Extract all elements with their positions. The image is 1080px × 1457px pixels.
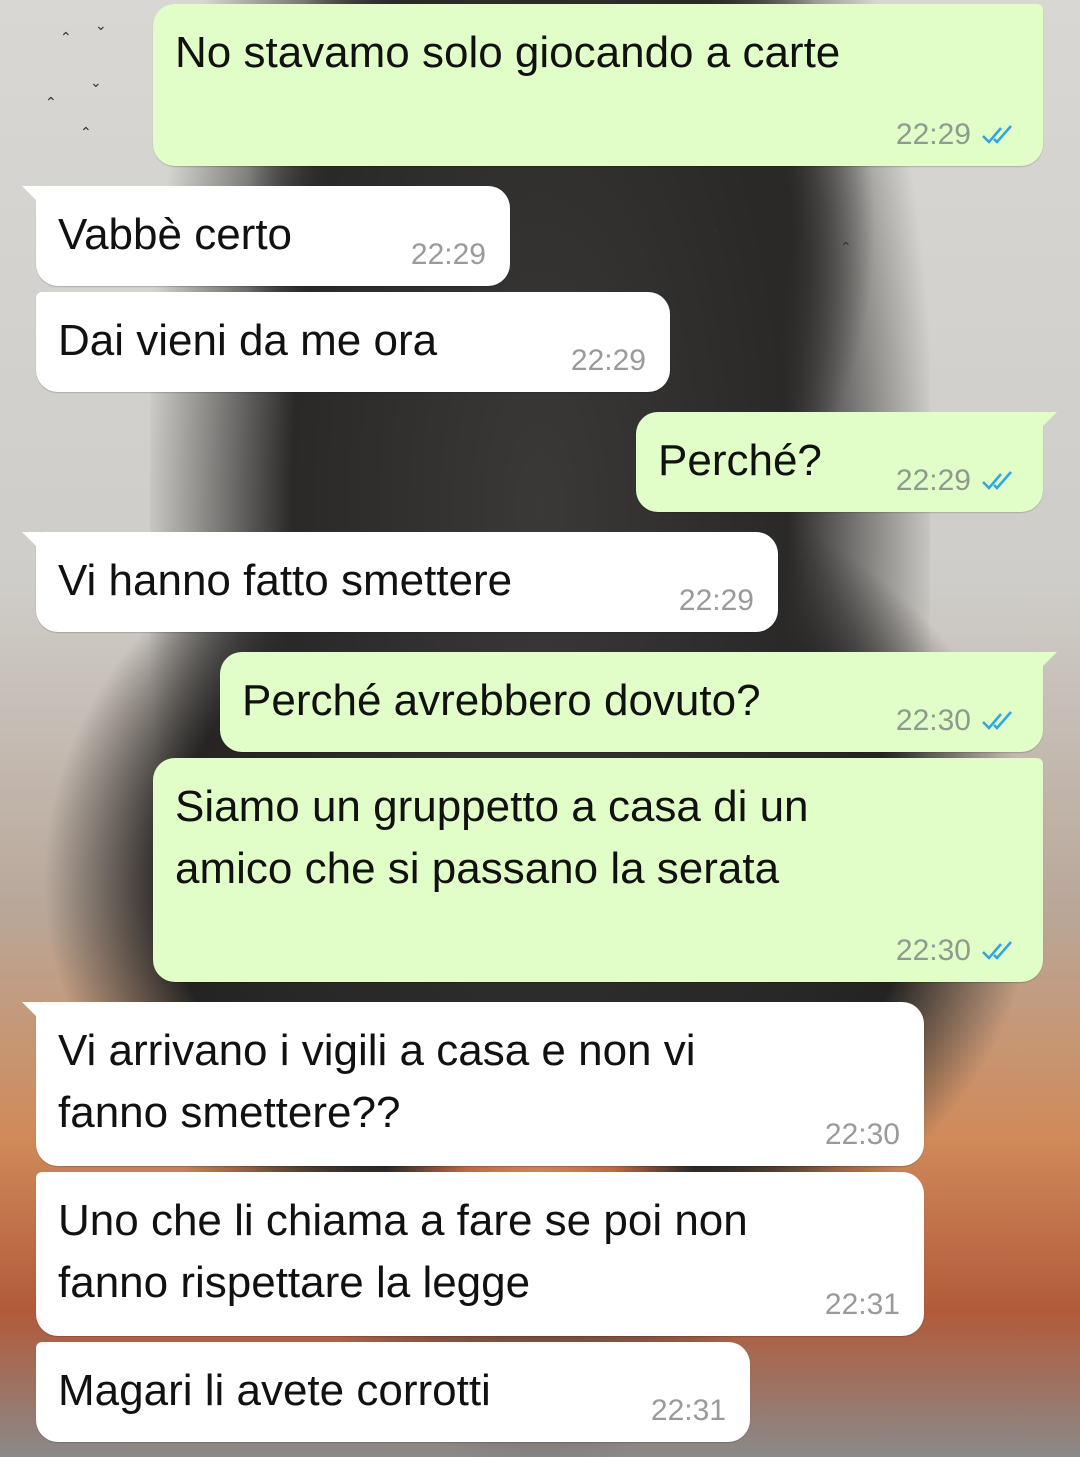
bubble-tail <box>1039 652 1057 670</box>
message-time: 22:30 <box>895 934 971 967</box>
message-bubble-outgoing[interactable]: Perché avrebbero dovuto? 22:30 <box>220 652 1057 752</box>
message-time: 22:29 <box>410 238 486 271</box>
message-bubble-incoming[interactable]: Vi hanno fatto smettere 22:29 <box>22 532 778 632</box>
message-bubble-incoming[interactable]: Magari li avete corrotti 22:31 <box>36 1342 750 1442</box>
message-meta: 22:29 <box>896 118 1019 152</box>
message-list[interactable]: No stavamo solo giocando a carte 22:29 V… <box>0 0 1080 1457</box>
message-meta: 22:30 <box>896 934 1019 968</box>
double-check-read-icon <box>982 711 1012 730</box>
message-text: Perché? <box>658 436 822 485</box>
message-meta: 22:29 <box>679 584 754 618</box>
message-meta: 22:30 <box>896 704 1019 738</box>
message-meta: 22:29 <box>571 344 646 378</box>
message-bubble-outgoing[interactable]: Siamo un gruppetto a casa di un amico ch… <box>153 758 1043 982</box>
double-check-read-icon <box>982 125 1012 144</box>
message-time: 22:29 <box>895 464 971 497</box>
message-text: Siamo un gruppetto a casa di un amico ch… <box>175 782 809 893</box>
message-meta: 22:29 <box>411 238 486 272</box>
bubble-tail <box>22 186 40 204</box>
message-text: Uno che li chiama a fare se poi non fann… <box>58 1196 748 1307</box>
bubble-tail <box>1039 412 1057 430</box>
message-text: Magari li avete corrotti <box>58 1366 491 1415</box>
message-time: 22:30 <box>824 1118 900 1151</box>
message-time: 22:31 <box>650 1394 726 1427</box>
message-text: Perché avrebbero dovuto? <box>242 676 761 725</box>
message-time: 22:29 <box>895 118 971 151</box>
message-bubble-outgoing[interactable]: Perché? 22:29 <box>636 412 1057 512</box>
message-time: 22:31 <box>824 1288 900 1321</box>
message-time: 22:29 <box>678 584 754 617</box>
message-text: Vabbè certo <box>58 210 293 259</box>
message-meta: 22:31 <box>651 1394 726 1428</box>
message-text: Dai vieni da me ora <box>58 316 438 365</box>
message-meta: 22:31 <box>825 1288 900 1322</box>
message-meta: 22:29 <box>896 464 1019 498</box>
double-check-read-icon <box>982 941 1012 960</box>
double-check-read-icon <box>982 471 1012 490</box>
message-bubble-incoming[interactable]: Vabbè certo 22:29 <box>22 186 510 286</box>
message-bubble-incoming[interactable]: Vi arrivano i vigili a casa e non vi fan… <box>22 1002 924 1166</box>
message-meta: 22:30 <box>825 1118 900 1152</box>
message-text: No stavamo solo giocando a carte <box>175 28 841 77</box>
message-bubble-incoming[interactable]: Dai vieni da me ora 22:29 <box>36 292 670 392</box>
message-bubble-incoming[interactable]: Uno che li chiama a fare se poi non fann… <box>36 1172 924 1336</box>
message-time: 22:30 <box>895 704 971 737</box>
message-time: 22:29 <box>570 344 646 377</box>
message-text: Vi hanno fatto smettere <box>58 556 513 605</box>
message-text: Vi arrivano i vigili a casa e non vi fan… <box>58 1026 696 1137</box>
bubble-tail <box>22 1002 40 1020</box>
message-bubble-outgoing[interactable]: No stavamo solo giocando a carte 22:29 <box>153 4 1043 166</box>
bubble-tail <box>22 532 40 550</box>
